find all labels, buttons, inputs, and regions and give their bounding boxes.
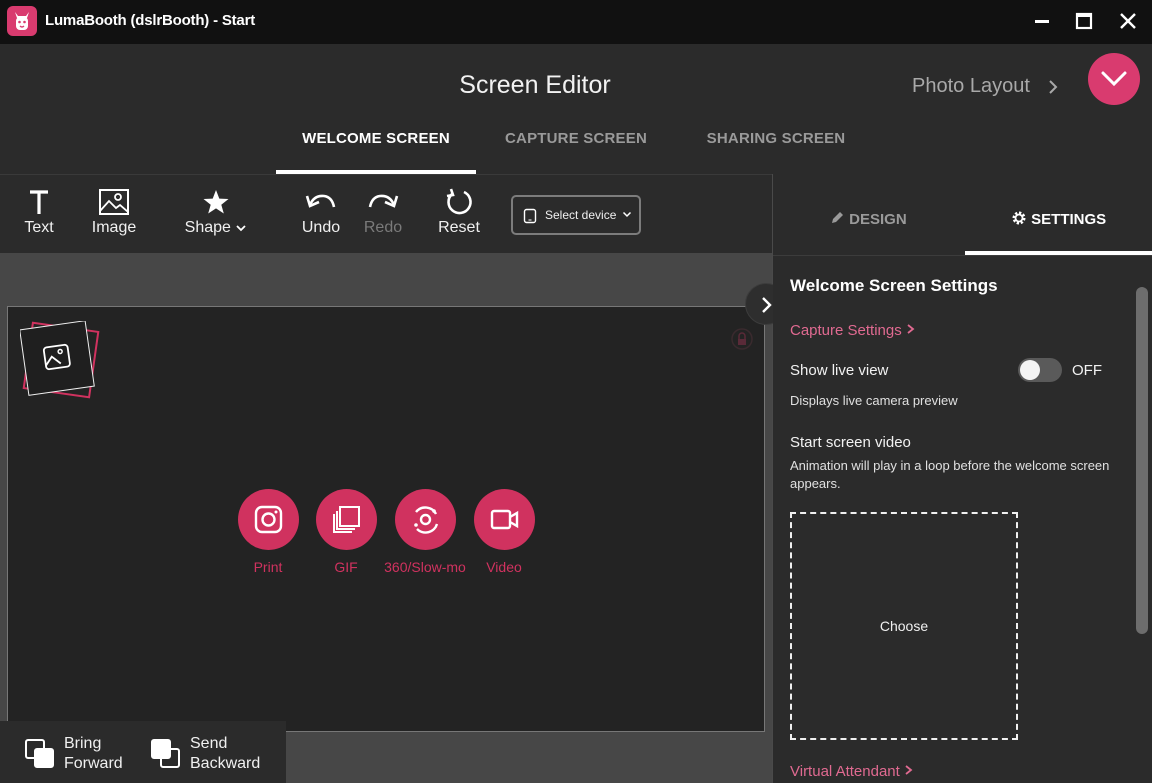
virtual-attendant-link[interactable]: Virtual Attendant [790, 763, 914, 780]
choose-label: Choose [879, 618, 929, 634]
image-icon [99, 189, 129, 215]
tablet-icon [523, 208, 537, 224]
app-logo-icon [7, 6, 37, 36]
live-view-description: Displays live camera preview [790, 393, 958, 408]
page-title: Screen Editor [459, 71, 611, 99]
gif-option-button[interactable]: GIF [301, 489, 391, 575]
start-video-label: Start screen video [790, 434, 911, 451]
chevron-right-icon [905, 765, 913, 775]
settings-panel: DESIGN SETTINGS Welcome Screen Settings … [773, 174, 1152, 783]
chevron-right-icon [762, 297, 772, 313]
close-icon[interactable] [1117, 10, 1139, 32]
undo-icon [305, 194, 336, 208]
picture-icon [19, 320, 100, 399]
pencil-icon [832, 212, 843, 223]
device-select-label: Select device [545, 208, 617, 222]
lock-icon[interactable] [728, 328, 756, 350]
star-icon [203, 190, 229, 214]
slowmo-option-button[interactable]: 360/Slow-mo [380, 489, 470, 575]
redo-icon [368, 194, 399, 208]
redo-label: Redo [363, 219, 403, 236]
window-title: LumaBooth (dslrBooth) - Start [45, 12, 256, 29]
tab-design[interactable]: DESIGN [829, 210, 907, 228]
arrange-bar: Bring Forward Send Backward [0, 721, 286, 783]
settings-scrollbar[interactable] [1136, 287, 1148, 634]
video-camera-icon [490, 509, 518, 530]
send-backward-label: Send Backward [190, 735, 261, 772]
chevron-down-icon [1101, 71, 1127, 87]
photo-layout-link[interactable]: Photo Layout [912, 75, 1030, 98]
tab-sharing-screen[interactable]: SHARING SCREEN [676, 130, 876, 147]
image-label: Image [91, 219, 137, 236]
logo-image-placeholder[interactable] [19, 320, 100, 401]
redo-button[interactable]: Redo [358, 187, 408, 237]
reset-label: Reset [438, 219, 480, 236]
editor-toolbar: Text Image Shape Undo Redo Reset Select … [0, 174, 772, 253]
print-option-button[interactable]: Print [223, 489, 313, 575]
maximize-icon[interactable] [1073, 10, 1095, 32]
undo-button[interactable]: Undo [296, 187, 346, 237]
live-view-toggle[interactable] [1018, 358, 1062, 382]
chevron-right-icon[interactable] [1046, 78, 1060, 96]
gif-stack-icon [332, 506, 360, 533]
text-icon [30, 190, 48, 214]
video-option-button[interactable]: Video [459, 489, 549, 575]
tab-capture-screen[interactable]: CAPTURE SCREEN [476, 130, 676, 147]
choose-video-dropzone[interactable]: Choose [790, 512, 1018, 740]
live-view-state: OFF [1072, 362, 1102, 379]
print-option-label: Print [253, 559, 283, 575]
reset-button[interactable]: Reset [432, 187, 486, 237]
editor-header: Screen Editor Photo Layout WELCOME SCREE… [0, 44, 1152, 174]
toggle-knob [1020, 360, 1040, 380]
settings-heading: Welcome Screen Settings [790, 276, 998, 295]
gear-icon [1012, 211, 1026, 225]
device-select[interactable]: Select device [511, 195, 641, 235]
orbit-icon [413, 506, 438, 534]
start-video-description: Animation will play in a loop before the… [790, 458, 1110, 491]
expand-menu-button[interactable] [1088, 53, 1140, 105]
capture-settings-link[interactable]: Capture Settings [790, 322, 916, 339]
title-bar: LumaBooth (dslrBooth) - Start [0, 0, 1152, 44]
shape-label: Shape [180, 219, 252, 237]
video-option-label: Video [486, 559, 522, 575]
send-backward-icon [151, 739, 180, 768]
instagram-icon [254, 505, 282, 534]
add-image-button[interactable]: Image [84, 187, 144, 237]
slowmo-option-label: 360/Slow-mo [384, 559, 466, 575]
bring-forward-label: Bring Forward [64, 735, 123, 772]
chevron-right-icon [907, 324, 915, 334]
chevron-down-icon [236, 225, 246, 232]
live-view-label: Show live view [790, 362, 889, 379]
reset-icon [446, 188, 472, 215]
tab-settings[interactable]: SETTINGS [1011, 210, 1106, 228]
bring-forward-icon [25, 739, 54, 768]
gif-option-label: GIF [334, 559, 358, 575]
minimize-icon[interactable] [1031, 10, 1053, 32]
undo-label: Undo [301, 219, 341, 236]
tab-welcome-screen[interactable]: WELCOME SCREEN [276, 130, 476, 147]
text-label: Text [24, 219, 54, 236]
panel-tabs-divider [773, 255, 1152, 256]
chevron-down-icon [622, 211, 632, 218]
add-text-button[interactable]: Text [14, 187, 64, 237]
add-shape-button[interactable]: Shape [180, 187, 252, 237]
